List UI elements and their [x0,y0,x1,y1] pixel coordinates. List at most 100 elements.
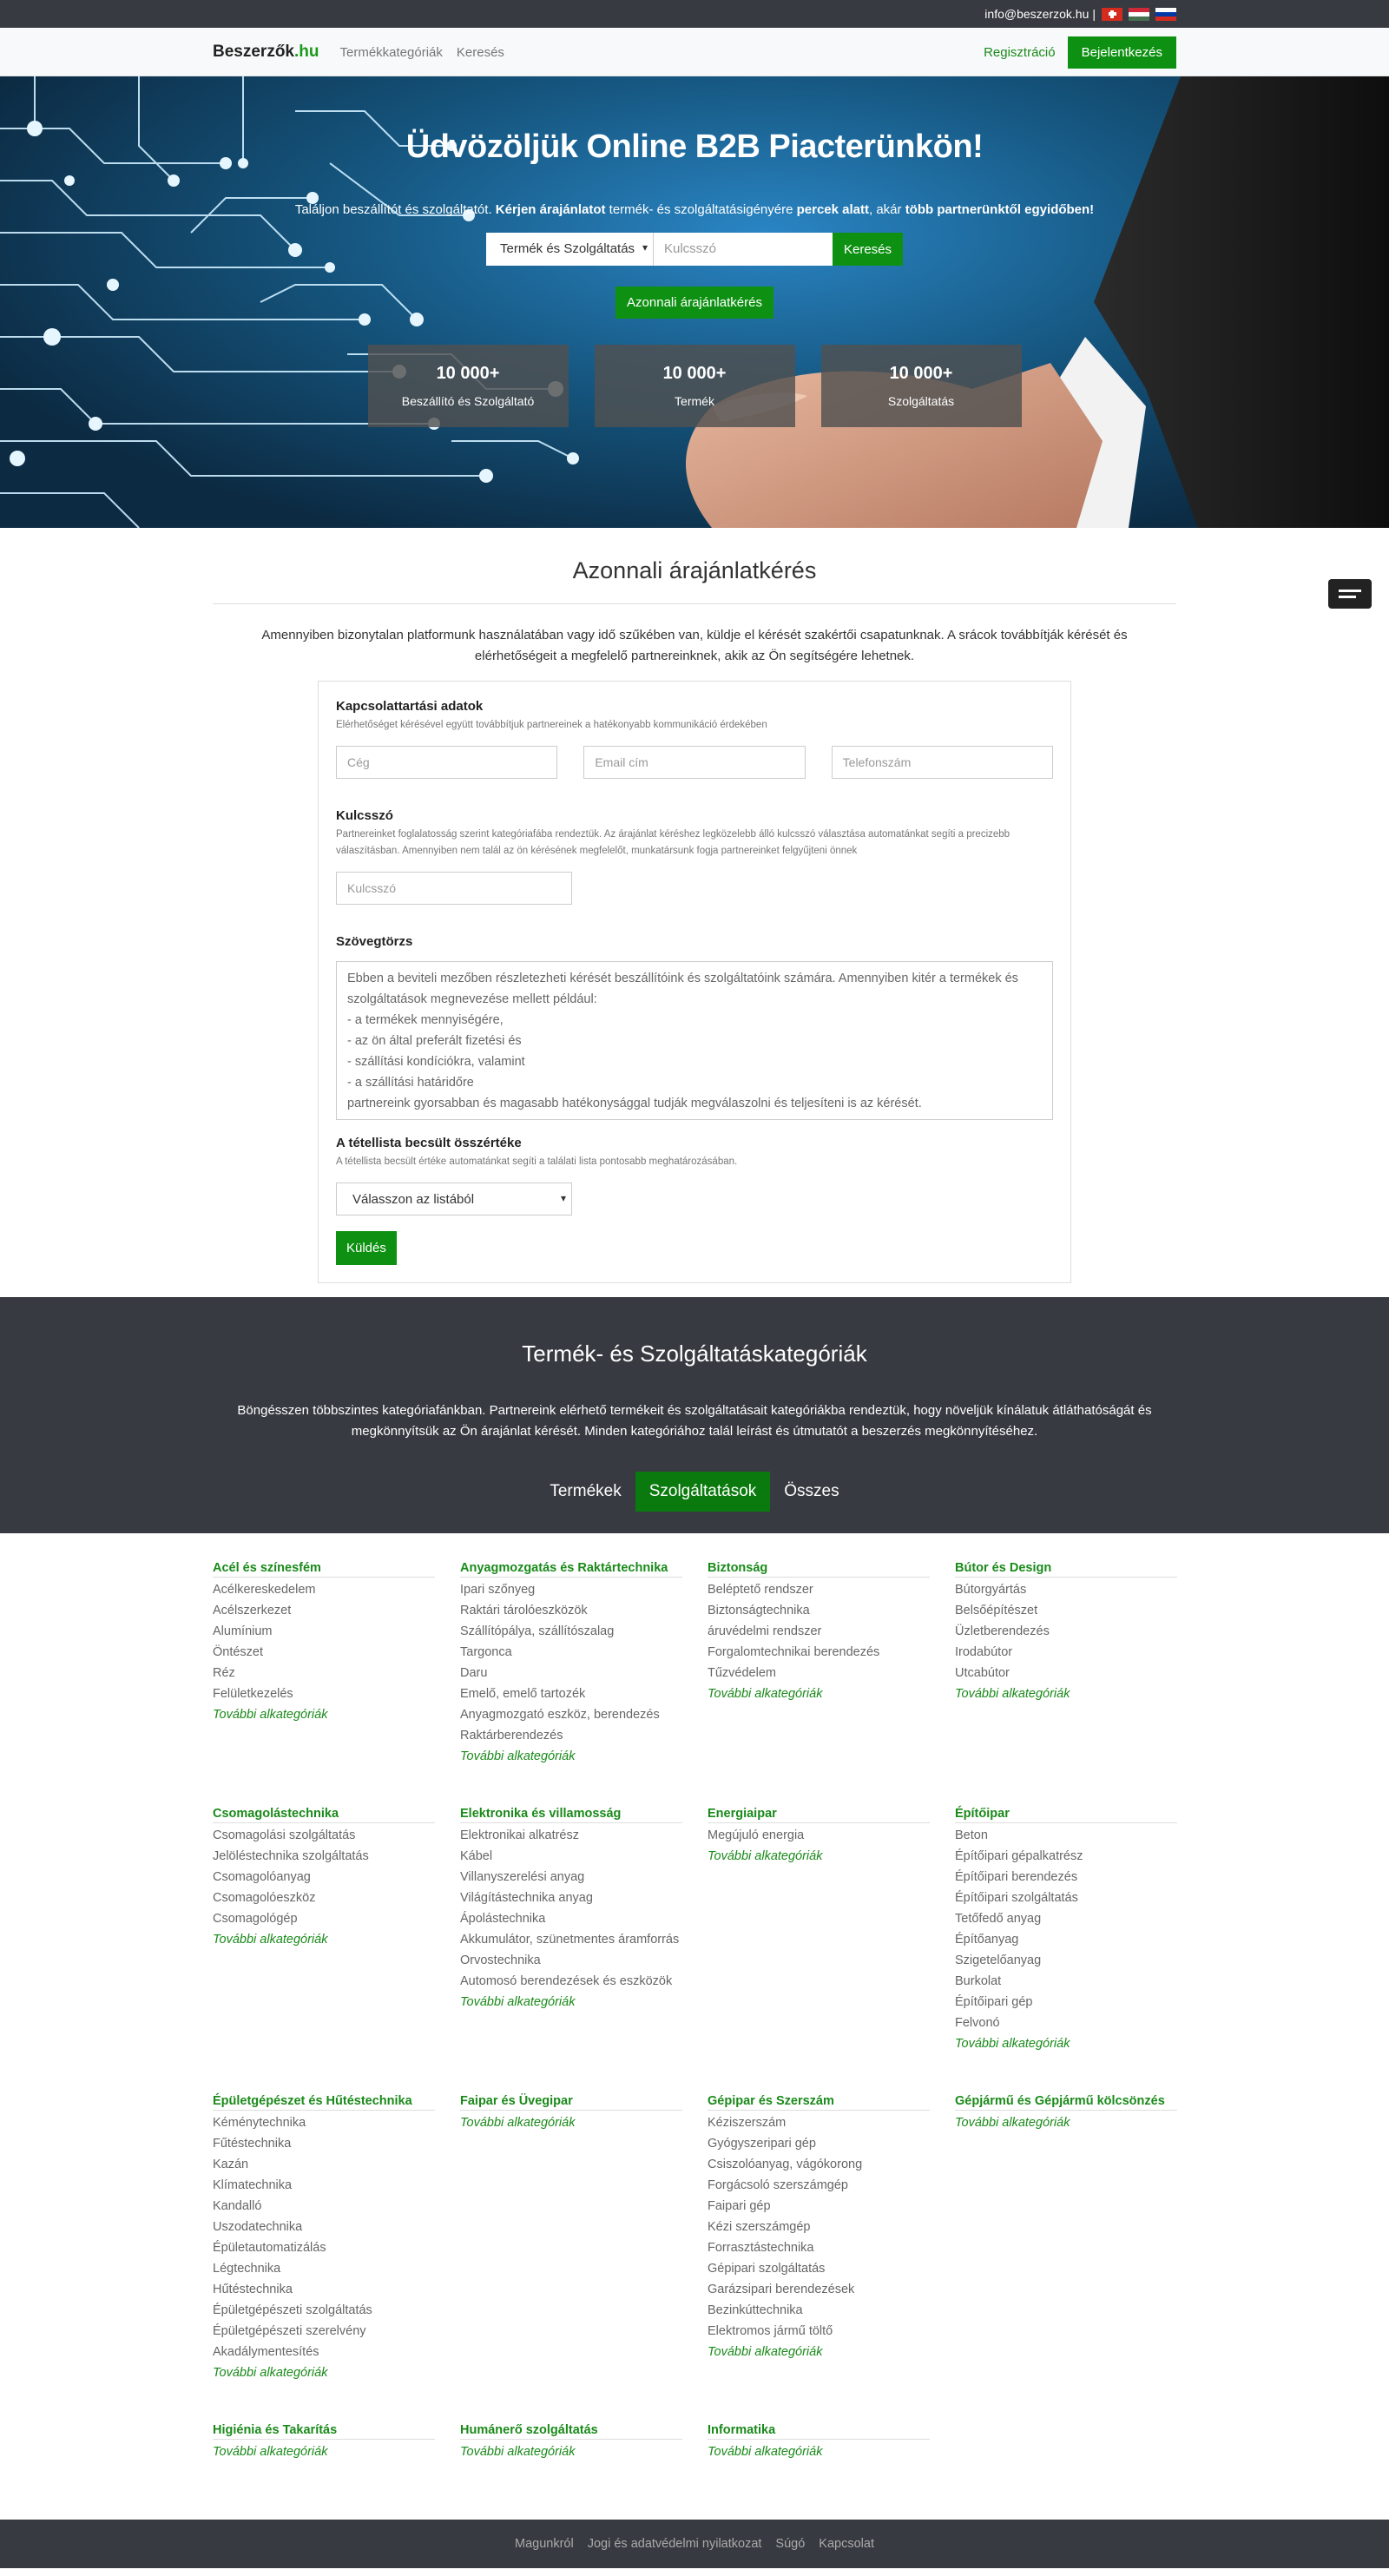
value-select[interactable]: Válasszon az listából [336,1183,572,1216]
subcategory-link[interactable]: Forgalomtechnikai berendezés [708,1642,930,1663]
subcategory-link[interactable]: Targonca [460,1642,682,1663]
search-keyword-input[interactable]: Kulcsszó [653,233,833,266]
subcategory-link[interactable]: Alumínium [213,1621,435,1642]
category-heading[interactable]: Faipar és Üvegipar [460,2094,682,2111]
subcategory-link[interactable]: Akkumulátor, szünetmentes áramforrás [460,1929,682,1950]
subcategory-link[interactable]: Acélszerkezet [213,1600,435,1621]
more-subcategories-link[interactable]: További alkategóriák [955,2112,1177,2133]
subcategory-link[interactable]: Légtechnika [213,2258,435,2279]
login-button[interactable]: Bejelentkezés [1067,36,1176,69]
subcategory-link[interactable]: Felvonó [955,2013,1177,2033]
category-heading[interactable]: Biztonság [708,1561,930,1578]
subcategory-link[interactable]: Szigetelőanyag [955,1950,1177,1971]
subcategory-link[interactable]: Felületkezelés [213,1683,435,1704]
nav-link-categories[interactable]: Termékkategóriák [340,45,443,60]
subcategory-link[interactable]: Kéziszerszám [708,2112,930,2133]
subcategory-link[interactable]: Építőipari gépalkatrész [955,1846,1177,1867]
instant-quote-button[interactable]: Azonnali árajánlatkérés [616,287,773,319]
subcategory-link[interactable]: Ipari szőnyeg [460,1579,682,1600]
more-subcategories-link[interactable]: További alkategóriák [955,2033,1177,2054]
subcategory-link[interactable]: Csomagolóeszköz [213,1888,435,1908]
phone-field[interactable]: Telefonszám [831,746,1053,779]
subcategory-link[interactable]: Forrasztástechnika [708,2237,930,2258]
subcategory-link[interactable]: Beléptető rendszer [708,1579,930,1600]
tab-services[interactable]: Szolgáltatások [635,1472,771,1512]
subcategory-link[interactable]: Forgácsoló szerszámgép [708,2175,930,2196]
subcategory-link[interactable]: Építőipari gép [955,1992,1177,2013]
register-link[interactable]: Regisztráció [984,45,1056,60]
subcategory-link[interactable]: Kézi szerszámgép [708,2217,930,2237]
subcategory-link[interactable]: Fűtéstechnika [213,2133,435,2154]
subcategory-link[interactable]: Öntészet [213,1642,435,1663]
subcategory-link[interactable]: Bezinkúttechnika [708,2300,930,2321]
brand-logo[interactable]: Beszerzők.hu [213,43,319,62]
category-heading[interactable]: Energiaipar [708,1807,930,1823]
category-heading[interactable]: Elektronika és villamosság [460,1807,682,1823]
subcategory-link[interactable]: Tetőfedő anyag [955,1908,1177,1929]
footer-link-help[interactable]: Súgó [775,2537,805,2551]
subcategory-link[interactable]: Belsőépítészet [955,1600,1177,1621]
more-subcategories-link[interactable]: További alkategóriák [213,1929,435,1950]
category-heading[interactable]: Informatika [708,2423,930,2440]
subcategory-link[interactable]: Klímatechnika [213,2175,435,2196]
hungarian-flag-icon[interactable] [1129,7,1149,21]
more-subcategories-link[interactable]: További alkategóriák [460,1746,682,1767]
russian-flag-icon[interactable] [1155,7,1176,21]
contact-email[interactable]: info@beszerzok.hu [984,7,1089,21]
subcategory-link[interactable]: Gépipari szolgáltatás [708,2258,930,2279]
category-heading[interactable]: Csomagolástechnika [213,1807,435,1823]
subcategory-link[interactable]: Kábel [460,1846,682,1867]
subcategory-link[interactable]: Burkolat [955,1971,1177,1992]
subcategory-link[interactable]: Raktári tárolóeszközök [460,1600,682,1621]
swiss-flag-icon[interactable] [1102,7,1122,21]
subcategory-link[interactable]: Beton [955,1825,1177,1846]
more-subcategories-link[interactable]: További alkategóriák [708,2441,930,2462]
tab-all[interactable]: Összes [770,1472,852,1512]
subcategory-link[interactable]: Bútorgyártás [955,1579,1177,1600]
category-heading[interactable]: Acél és színesfém [213,1561,435,1578]
subcategory-link[interactable]: Villanyszerelési anyag [460,1867,682,1888]
more-subcategories-link[interactable]: További alkategóriák [708,2342,930,2362]
subcategory-link[interactable]: Építőipari berendezés [955,1867,1177,1888]
search-button[interactable]: Keresés [832,233,904,266]
footer-link-about[interactable]: Magunkról [515,2537,574,2551]
subcategory-link[interactable]: Szállítópálya, szállítószalag [460,1621,682,1642]
subcategory-link[interactable]: Csomagológép [213,1908,435,1929]
subcategory-link[interactable]: Épületgépészeti szolgáltatás [213,2300,435,2321]
subcategory-link[interactable]: Épületautomatizálás [213,2237,435,2258]
subcategory-link[interactable]: Biztonságtechnika [708,1600,930,1621]
nav-link-search[interactable]: Keresés [457,45,504,60]
subcategory-link[interactable]: Ápolástechnika [460,1908,682,1929]
more-subcategories-link[interactable]: További alkategóriák [708,1846,930,1867]
subcategory-link[interactable]: Emelő, emelő tartozék [460,1683,682,1704]
subcategory-link[interactable]: Garázsipari berendezések [708,2279,930,2300]
subcategory-link[interactable]: Irodabútor [955,1642,1177,1663]
category-heading[interactable]: Bútor és Design [955,1561,1177,1578]
more-subcategories-link[interactable]: További alkategóriák [460,2441,682,2462]
subcategory-link[interactable]: Anyagmozgató eszköz, berendezés [460,1704,682,1725]
more-subcategories-link[interactable]: További alkategóriák [955,1683,1177,1704]
keyword-field[interactable]: Kulcsszó [336,872,572,905]
subcategory-link[interactable]: Elektronikai alkatrész [460,1825,682,1846]
subcategory-link[interactable]: Csomagolási szolgáltatás [213,1825,435,1846]
subcategory-link[interactable]: Raktárberendezés [460,1725,682,1746]
subcategory-link[interactable]: Megújuló energia [708,1825,930,1846]
body-textarea[interactable]: Ebben a beviteli mezőben részletezheti k… [336,961,1053,1120]
more-subcategories-link[interactable]: További alkategóriák [460,2112,682,2133]
category-heading[interactable]: Humánerő szolgáltatás [460,2423,682,2440]
subcategory-link[interactable]: Uszodatechnika [213,2217,435,2237]
subcategory-link[interactable]: Épületgépészeti szerelvény [213,2321,435,2342]
subcategory-link[interactable]: Építőanyag [955,1929,1177,1950]
send-button[interactable]: Küldés [336,1231,397,1265]
tab-products[interactable]: Termékek [536,1472,635,1512]
subcategory-link[interactable]: Réz [213,1663,435,1683]
more-subcategories-link[interactable]: További alkategóriák [213,2441,435,2462]
subcategory-link[interactable]: Automosó berendezések és eszközök [460,1971,682,1992]
more-subcategories-link[interactable]: További alkategóriák [460,1992,682,2013]
subcategory-link[interactable]: áruvédelmi rendszer [708,1621,930,1642]
subcategory-link[interactable]: Elektromos jármű töltő [708,2321,930,2342]
category-heading[interactable]: Higiénia és Takarítás [213,2423,435,2440]
more-subcategories-link[interactable]: További alkategóriák [708,1683,930,1704]
subcategory-link[interactable]: Akadálymentesítés [213,2342,435,2362]
footer-link-contact[interactable]: Kapcsolat [819,2537,874,2551]
